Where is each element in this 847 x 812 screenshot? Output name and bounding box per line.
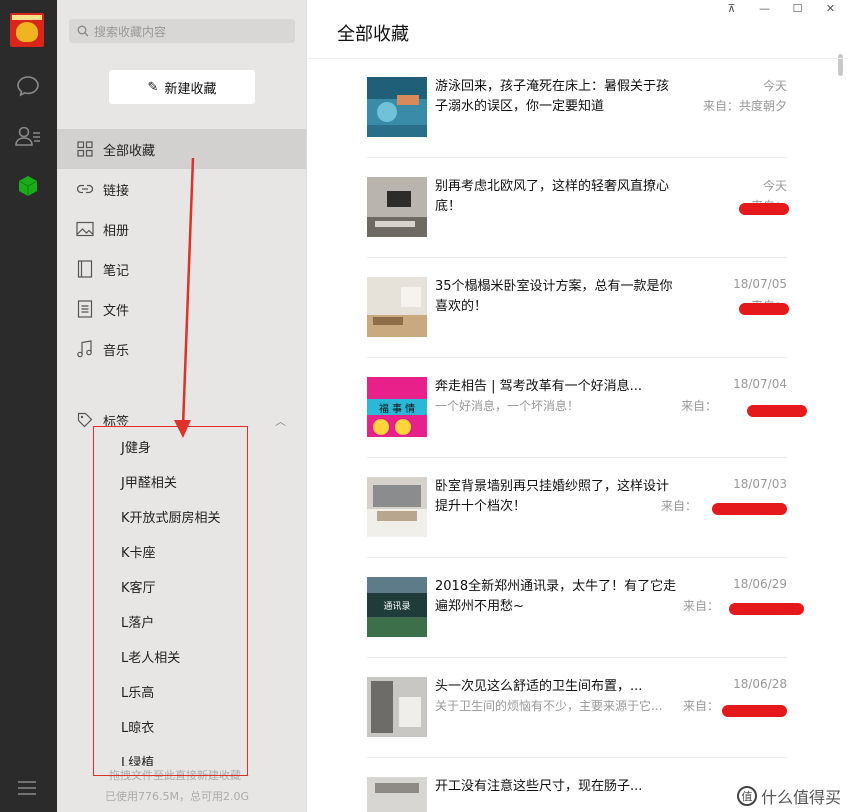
sidebar-item-label: 相册 [103,223,130,239]
item-source: 来自： [682,599,719,613]
page-title: 全部收藏 [337,24,409,45]
redaction-mark [739,203,789,215]
search-icon [77,25,89,37]
favorites-list-panel: ⊼ — ☐ ✕ 全部收藏 游泳回来，孩子淹死在床上：暑假关于孩子溺水的误区，你一… [307,0,847,812]
item-source: 来自： [680,399,717,413]
item-date: 今天 [762,79,787,93]
chat-icon[interactable] [14,72,42,100]
sidebar-item-music[interactable]: 音乐 [57,329,306,369]
sidebar-item-all[interactable]: 全部收藏 [57,129,306,169]
favorites-cube-icon[interactable] [14,172,42,200]
divider [367,257,787,258]
minimize-icon[interactable]: — [748,0,781,16]
item-date: 18/06/28 [733,677,787,691]
divider [367,757,787,758]
image-icon [75,219,95,239]
music-icon [75,339,95,359]
redaction-mark [747,405,807,417]
sidebar-item-links[interactable]: 链接 [57,169,306,209]
thumbnail [367,677,427,737]
thumbnail: 通讯录 [367,577,427,637]
close-icon[interactable]: ✕ [814,0,847,16]
list-item[interactable]: 游泳回来，孩子淹死在床上：暑假关于孩子溺水的误区，你一定要知道 今天 来自：共度… [367,77,787,158]
file-icon [75,299,95,319]
item-title: 35个榻榻米卧室设计方案，总有一款是你喜欢的！ [435,279,673,314]
list-item[interactable]: 35个榻榻米卧室设计方案，总有一款是你喜欢的！ 18/07/05 来自： [367,277,789,358]
item-title: 别再考虑北欧风了，这样的轻奢风直撩心底！ [435,179,670,214]
avatar[interactable] [10,13,44,47]
item-date: 今天 [762,179,787,193]
watermark-badge: 值 [736,786,757,806]
watermark: 值 什么值得买 [736,784,841,808]
item-date: 18/06/29 [733,577,787,591]
item-title: 开工没有注意这些尺寸，现在肠子... [435,779,643,794]
nav-rail [0,0,57,812]
list-item[interactable]: 福 事 情 奔走相告 | 驾考改革有一个好消息... 一个好消息，一个坏消息！ … [367,377,807,458]
item-source: 来自： [682,699,719,713]
sidebar-item-files[interactable]: 文件 [57,289,306,329]
redaction-mark [729,603,804,615]
list-item[interactable]: 头一次见这么舒适的卫生间布置，... 关于卫生间的烦恼有不少，主要来源于它...… [367,677,787,758]
sidebar-item-album[interactable]: 相册 [57,209,306,249]
item-subtitle: 关于卫生间的烦恼有不少，主要来源于它... [435,699,663,713]
annotation-box [93,426,248,776]
pen-icon: ✎ [147,79,159,95]
sidebar-item-notes[interactable]: 笔记 [57,249,306,289]
list-item[interactable]: 通讯录 2018全新郑州通讯录，太牛了！有了它走遍郑州不用愁~ 18/06/29… [367,577,804,658]
thumbnail-text: 福 事 情 [379,402,415,415]
note-icon [75,259,95,279]
item-title: 头一次见这么舒适的卫生间布置，... [435,679,643,694]
divider [367,557,787,558]
thumbnail [367,777,427,812]
grid-icon [75,139,95,159]
item-title: 游泳回来，孩子淹死在床上：暑假关于孩子溺水的误区，你一定要知道 [435,79,670,114]
item-date: 18/07/05 [733,277,787,291]
list-item[interactable]: 开工没有注意这些尺寸，现在肠子... [367,777,787,812]
list-item[interactable]: 卧室背景墙别再只挂婚纱照了，这样设计提升十个档次！ 18/07/03 来自： [367,477,787,558]
link-icon [75,179,95,199]
search-placeholder: 搜索收藏内容 [94,24,167,39]
search-input[interactable]: 搜索收藏内容 [69,19,295,43]
divider [367,657,787,658]
thumbnail-text: 通讯录 [383,601,410,612]
thumbnail [367,177,427,237]
item-source: 来自： [660,499,697,513]
thumbnail: 福 事 情 [367,377,427,437]
sidebar-item-label: 文件 [103,303,130,319]
favorites-list: 游泳回来，孩子淹死在床上：暑假关于孩子溺水的误区，你一定要知道 今天 来自：共度… [307,58,847,812]
thumbnail [367,277,427,337]
storage-usage: 已使用776.5M，总可用2.0G [105,790,249,803]
list-item[interactable]: 别再考虑北欧风了，这样的轻奢风直撩心底！ 今天 来自： [367,177,789,258]
watermark-text: 什么值得买 [760,788,841,807]
new-favorite-button[interactable]: ✎ 新建收藏 [109,70,255,104]
sidebar-item-label: 音乐 [103,343,130,359]
window-controls: ⊼ — ☐ ✕ [715,0,847,16]
sidebar-item-label: 全部收藏 [103,143,156,159]
item-title: 奔走相告 | 驾考改革有一个好消息... [435,379,643,394]
item-date: 18/07/04 [733,377,787,391]
thumbnail [367,477,427,537]
thumbnail [367,77,427,137]
redaction-mark [739,303,789,315]
item-date: 18/07/03 [733,477,787,491]
item-source: 来自：共度朝夕 [702,99,787,113]
contacts-icon[interactable] [14,122,42,150]
divider [367,457,787,458]
item-subtitle: 一个好消息，一个坏消息！ [435,399,580,413]
pin-icon[interactable]: ⊼ [715,0,748,16]
sidebar-item-label: 笔记 [103,263,130,279]
tag-icon [75,410,95,430]
item-title: 2018全新郑州通讯录，太牛了！有了它走遍郑州不用愁~ [435,579,677,614]
sidebar-item-label: 链接 [103,183,130,199]
divider [367,357,787,358]
new-favorite-label: 新建收藏 [164,81,217,97]
divider [367,157,787,158]
item-title: 卧室背景墙别再只挂婚纱照了，这样设计提升十个档次！ [435,479,670,514]
maximize-icon[interactable]: ☐ [781,0,814,16]
collapse-chevron-icon[interactable]: ︿ [275,413,286,429]
menu-icon[interactable] [17,780,37,796]
redaction-mark [722,705,787,717]
redaction-mark [712,503,787,515]
